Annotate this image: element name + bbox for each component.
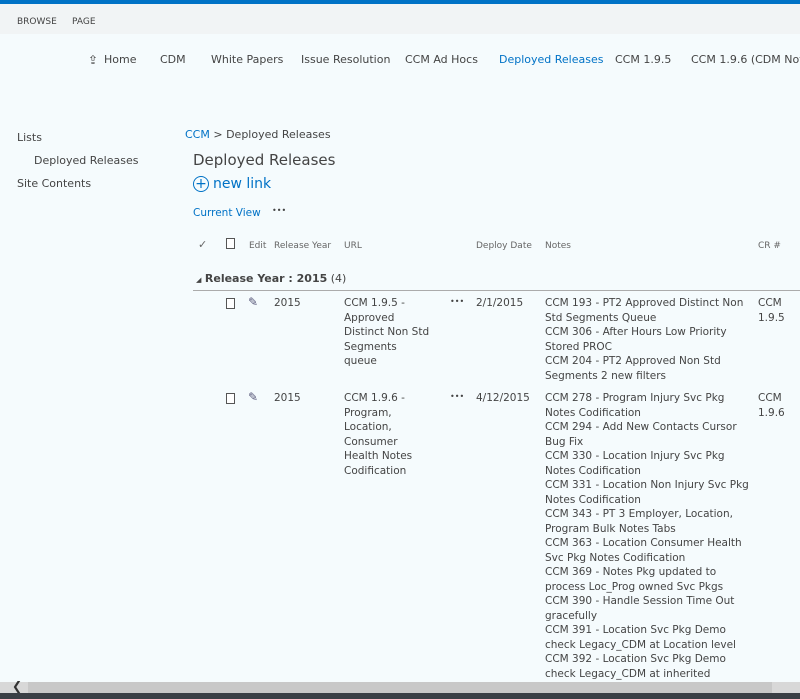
- nav-home[interactable]: Home: [104, 53, 136, 66]
- leftnav-lists[interactable]: Lists: [17, 131, 42, 144]
- new-link-label: new link: [213, 176, 272, 192]
- breadcrumb-current: Deployed Releases: [226, 128, 331, 141]
- nav-white-papers[interactable]: White Papers: [211, 53, 283, 66]
- view-more-button[interactable]: •••: [272, 206, 286, 215]
- note-line: CCM 330 - Location Injury Svc Pkg Notes …: [545, 450, 725, 477]
- page-title: Deployed Releases: [193, 151, 336, 169]
- cell-notes: CCM 193 - PT2 Approved Distinct Non Std …: [545, 296, 750, 383]
- leftnav-site-contents[interactable]: Site Contents: [17, 177, 91, 190]
- cell-deploy-date: 4/12/2015: [476, 392, 530, 404]
- current-view-link[interactable]: Current View: [193, 207, 261, 219]
- document-icon: [226, 298, 235, 309]
- scroll-left-arrow-icon[interactable]: ❮: [12, 679, 22, 693]
- breadcrumb-separator: >: [213, 128, 223, 141]
- item-menu-button[interactable]: •••: [450, 295, 464, 310]
- nav-cdm[interactable]: CDM: [160, 53, 186, 66]
- note-line: CCM 204 - PT2 Approved Non Std Segments …: [545, 355, 721, 382]
- return-home-icon: ⇪: [88, 53, 99, 67]
- header-notes[interactable]: Notes: [545, 241, 571, 251]
- taskbar-edge: [0, 693, 800, 699]
- cell-url-link[interactable]: CCM 1.9.6 - Program, Location, Consumer …: [344, 391, 432, 478]
- note-line: CCM 363 - Location Consumer Health Svc P…: [545, 537, 742, 564]
- note-line: CCM 278 - Program Injury Svc Pkg Notes C…: [545, 392, 725, 419]
- collapse-triangle-icon[interactable]: ◢: [196, 276, 201, 284]
- plus-circle-icon: +: [193, 176, 209, 192]
- nav-ccm-196[interactable]: CCM 1.9.6 (CDM Notes: [691, 53, 800, 66]
- breadcrumb-root[interactable]: CCM: [185, 128, 210, 141]
- tab-browse[interactable]: BROWSE: [17, 17, 57, 27]
- note-line: CCM 390 - Handle Session Time Out gracef…: [545, 595, 735, 622]
- header-release-year[interactable]: Release Year: [274, 241, 331, 251]
- item-menu-button[interactable]: •••: [450, 390, 464, 405]
- cell-cr-link[interactable]: CCM 1.9.6: [758, 391, 788, 420]
- document-type-icon: [226, 238, 235, 249]
- edit-icon[interactable]: ✎: [248, 295, 258, 309]
- header-cr[interactable]: CR #: [758, 241, 781, 251]
- nav-issue-resolution[interactable]: Issue Resolution: [301, 53, 390, 66]
- group-count: (4): [330, 272, 347, 285]
- nav-ccm-ad-hocs[interactable]: CCM Ad Hocs: [405, 53, 478, 66]
- nav-ccm-195[interactable]: CCM 1.9.5: [615, 53, 671, 66]
- note-line: CCM 343 - PT 3 Employer, Location, Progr…: [545, 508, 733, 535]
- cell-cr-link[interactable]: CCM 1.9.5: [758, 296, 788, 325]
- note-line: CCM 294 - Add New Contacts Cursor Bug Fi…: [545, 421, 737, 448]
- new-link-button[interactable]: + new link: [193, 176, 271, 192]
- group-label: Release Year : 2015: [204, 272, 328, 285]
- document-icon: [226, 393, 235, 404]
- note-line: CCM 306 - After Hours Low Priority Store…: [545, 326, 727, 353]
- note-line: CCM 391 - Location Svc Pkg Demo check Le…: [545, 624, 736, 651]
- cell-year: 2015: [274, 392, 301, 404]
- leftnav-deployed-releases[interactable]: Deployed Releases: [34, 154, 138, 167]
- select-all-checkmark[interactable]: ✓: [198, 238, 207, 251]
- scrollbar-thumb[interactable]: [28, 682, 772, 693]
- header-edit: Edit: [249, 241, 267, 251]
- group-header[interactable]: ◢ Release Year : 2015 (4): [196, 272, 346, 285]
- cell-notes: CCM 278 - Program Injury Svc Pkg Notes C…: [545, 391, 750, 696]
- cell-url-link[interactable]: CCM 1.9.5 - Approved Distinct Non Std Se…: [344, 296, 432, 369]
- cell-deploy-date: 2/1/2015: [476, 297, 524, 309]
- cell-year: 2015: [274, 297, 301, 309]
- nav-deployed-releases[interactable]: Deployed Releases: [499, 53, 603, 66]
- tab-page[interactable]: PAGE: [72, 17, 96, 27]
- note-line: CCM 193 - PT2 Approved Distinct Non Std …: [545, 297, 744, 324]
- ribbon: [0, 4, 800, 34]
- group-divider: [193, 290, 800, 291]
- note-line: CCM 369 - Notes Pkg updated to process L…: [545, 566, 724, 593]
- header-url[interactable]: URL: [344, 241, 362, 251]
- edit-icon[interactable]: ✎: [248, 390, 258, 404]
- breadcrumb: CCM > Deployed Releases: [185, 128, 331, 141]
- note-line: CCM 331 - Location Non Injury Svc Pkg No…: [545, 479, 749, 506]
- header-deploy-date[interactable]: Deploy Date: [476, 241, 532, 251]
